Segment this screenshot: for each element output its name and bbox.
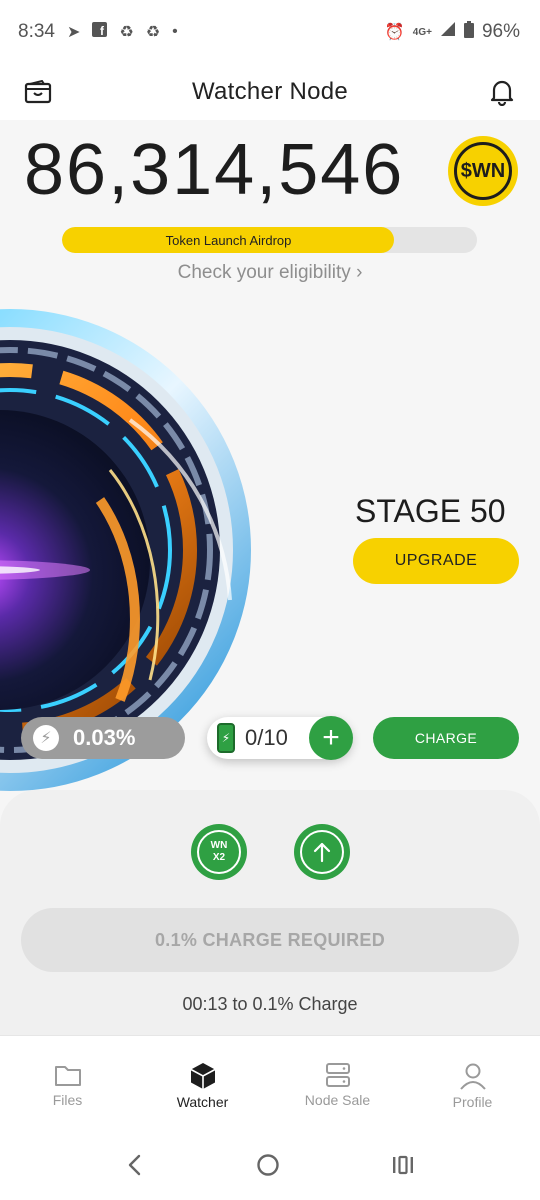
wn-x2-icon: WN X2 (197, 830, 241, 874)
wallet-icon (24, 80, 52, 104)
system-navigation-bar (0, 1135, 540, 1200)
nav-item-watcher[interactable]: Watcher (135, 1036, 270, 1135)
battery-icon: ⚡ (217, 723, 235, 753)
home-circle-icon (257, 1154, 279, 1176)
recycle-icon: ♻ (119, 24, 134, 41)
folder-icon (54, 1066, 81, 1086)
upload-boost-button[interactable] (294, 824, 350, 880)
network-label: 4G+ (412, 26, 432, 38)
charge-panel: WN X2 0.1% CHARGE REQUIRED 00:13 to 0.1%… (0, 790, 540, 1035)
charge-required-button[interactable]: 0.1% CHARGE REQUIRED (21, 908, 519, 972)
nav-item-profile[interactable]: Profile (405, 1036, 540, 1135)
dot-icon: • (172, 23, 178, 40)
app-header: Watcher Node (0, 64, 540, 120)
token-balance: 86,314,546 (24, 130, 405, 210)
alarm-icon: ⏰ (384, 24, 405, 41)
nav-item-files[interactable]: Files (0, 1036, 135, 1135)
facebook-icon: f (92, 22, 108, 42)
user-icon (459, 1063, 486, 1090)
page-title: Watcher Node (191, 78, 349, 105)
nav-label-profile: Profile (452, 1094, 493, 1110)
mining-rate-pill: ⚡ 0.03% (21, 717, 185, 759)
home-button[interactable] (256, 1153, 280, 1182)
mining-rate-value: 0.03% (73, 725, 136, 750)
status-bar: 8:34 ➤ f ♻ ♻ • ⏰ 4G+ 96% (0, 0, 540, 64)
balance-row: 86,314,546 $WN (0, 126, 540, 216)
recents-button[interactable] (391, 1154, 415, 1181)
main-content: 86,314,546 $WN Token Launch Airdrop Chec… (0, 120, 540, 1035)
upgrade-button[interactable]: UPGRADE (353, 538, 519, 584)
lightning-icon: ⚡ (33, 725, 59, 751)
arrow-up-icon (300, 830, 344, 874)
bottom-nav: Files Watcher Node Sale Profile (0, 1035, 540, 1135)
add-battery-button[interactable]: + (309, 716, 353, 760)
battery-percent: 96% (481, 21, 520, 42)
plus-icon: + (322, 721, 340, 754)
wallet-button[interactable] (20, 74, 56, 110)
status-time: 8:34 (18, 21, 55, 42)
boost-line1: WN (210, 840, 228, 851)
recycle-icon: ♻ (145, 24, 161, 41)
nav-label-watcher: Watcher (176, 1094, 229, 1110)
chevron-right-icon: › (356, 262, 363, 283)
bell-icon (490, 80, 514, 106)
nav-label-files: Files (52, 1092, 83, 1108)
boost-line2: X2 (212, 852, 226, 863)
battery-count: 0/10 (245, 725, 288, 750)
notifications-button[interactable] (484, 74, 520, 110)
server-icon (325, 1063, 350, 1087)
charge-countdown: 00:13 to 0.1% Charge (182, 994, 358, 1014)
telegram-icon: ➤ (66, 24, 81, 41)
check-eligibility-link[interactable]: Check your eligibility › (0, 262, 540, 284)
nav-item-node-sale[interactable]: Node Sale (270, 1036, 405, 1135)
battery-status-icon (463, 20, 474, 44)
recents-icon (392, 1155, 413, 1175)
signal-icon (440, 21, 456, 43)
back-icon (129, 1154, 141, 1176)
back-button[interactable] (125, 1154, 145, 1181)
eligibility-link-label: Check your eligibility (177, 262, 351, 283)
stage-label: STAGE 50 (355, 493, 506, 529)
cube-icon (190, 1063, 215, 1089)
wn-coin-icon: $WN (448, 136, 518, 206)
airdrop-progress-label: Token Launch Airdrop (165, 232, 292, 248)
token-symbol: $WN (454, 142, 512, 200)
airdrop-progress-bar: Token Launch Airdrop (62, 227, 477, 253)
nav-label-node-sale: Node Sale (304, 1092, 371, 1108)
charge-button[interactable]: CHARGE (373, 717, 519, 759)
wn-x2-boost-button[interactable]: WN X2 (191, 824, 247, 880)
